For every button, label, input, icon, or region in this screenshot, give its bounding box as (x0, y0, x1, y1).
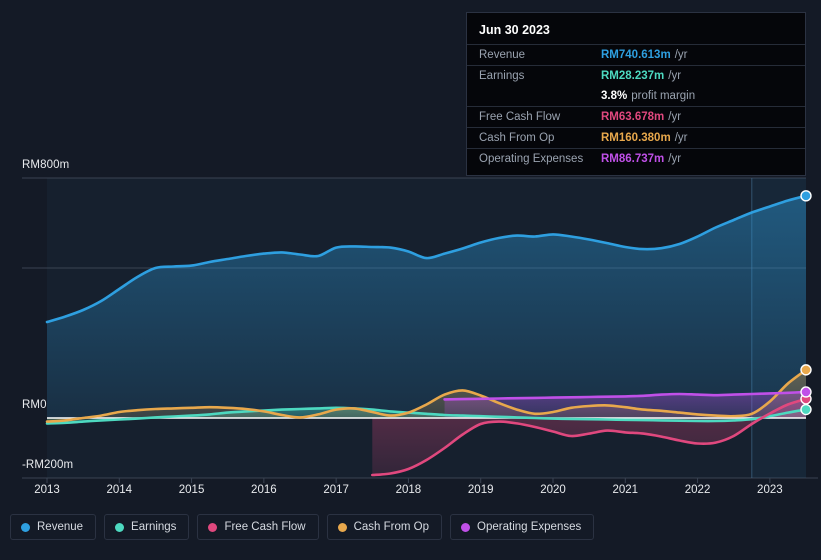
tooltip-row: Cash From Op RM160.380m/yr (467, 127, 805, 148)
legend-item-earnings[interactable]: Earnings (104, 514, 190, 540)
y-axis-label-top: RM800m (22, 159, 70, 171)
legend-item-label: Revenue (37, 521, 84, 533)
x-axis-tick-2020: 2020 (540, 484, 566, 496)
x-axis-tick-2015: 2015 (178, 484, 205, 496)
endpoint-operating-expenses (800, 386, 812, 398)
tooltip-row-label: Free Cash Flow (479, 111, 561, 123)
tooltip-row-unit: profit margin (631, 90, 696, 102)
legend-item-label: Free Cash Flow (224, 521, 306, 533)
legend-item-cash-from-op[interactable]: Cash From Op (326, 514, 443, 540)
legend-item-revenue[interactable]: Revenue (10, 514, 97, 540)
financial-chart-screenshot: RM800m RM0 -RM200m 2013 2014 2015 2016 2017 2… (0, 0, 821, 560)
tooltip-row-value: 3.8% (601, 90, 628, 102)
x-axis-tick-2014: 2014 (106, 484, 133, 496)
legend-item-label: Operating Expenses (477, 521, 582, 533)
legend-item-free-cash-flow[interactable]: Free Cash Flow (197, 514, 319, 540)
tooltip-row-value: RM63.678m (601, 111, 665, 123)
x-axis-tick-2022: 2022 (684, 484, 711, 496)
series-dot-icon (208, 522, 218, 532)
endpoint-cash-from-op (800, 364, 812, 376)
tooltip-row-label: Operating Expenses (479, 153, 584, 165)
series-dot-icon (115, 522, 125, 532)
endpoint-earnings (800, 403, 812, 416)
series-dot-icon (461, 522, 471, 532)
tooltip-row-label: Earnings (479, 70, 525, 82)
tooltip-row: Operating Expenses RM86.737m/yr (467, 148, 805, 169)
tooltip-row-value: RM740.613m (601, 49, 671, 61)
x-axis-tick-2018: 2018 (395, 484, 422, 496)
tooltip-row: Revenue RM740.613m/yr (467, 44, 805, 65)
tooltip-row-value: RM28.237m (601, 70, 665, 82)
tooltip-row-unit: /yr (674, 49, 688, 61)
legend-item-label: Earnings (131, 521, 177, 533)
tooltip-row-value: RM160.380m (601, 132, 671, 144)
x-axis-tick-2017: 2017 (323, 484, 349, 496)
tooltip-row-unit: /yr (674, 132, 688, 144)
tooltip-row: 3.8% profit margin (467, 86, 805, 106)
x-axis-tick-2013: 2013 (34, 484, 60, 496)
tooltip-rows: Revenue RM740.613m/yr Earnings RM28.237m/yr… (467, 44, 805, 169)
x-axis-tick-2021: 2021 (612, 484, 639, 496)
endpoint-revenue (800, 190, 812, 202)
x-axis-tick-2016: 2016 (251, 484, 277, 496)
tooltip-row-label: Revenue (479, 49, 526, 61)
tooltip-row: Free Cash Flow RM63.678m/yr (467, 106, 805, 127)
tooltip-row-value: RM86.737m (601, 153, 665, 165)
legend-item-label: Cash From Op (353, 521, 430, 533)
x-axis-tick-2023: 2023 (757, 484, 783, 496)
tooltip-row-unit: /yr (668, 153, 682, 165)
hover-tooltip: Jun 30 2023 Revenue RM740.613m/yr Earnings… (466, 12, 806, 176)
series-dot-icon (337, 522, 347, 532)
y-axis-label-zero: RM0 (22, 399, 47, 411)
tooltip-row-unit: /yr (668, 111, 682, 123)
x-axis-tick-2019: 2019 (467, 484, 494, 496)
chart-legend[interactable]: Revenue Earnings Free Cash Flow Cash From O… (10, 514, 595, 540)
tooltip-row-unit: /yr (668, 70, 682, 82)
tooltip-row-label: Cash From Op (479, 132, 555, 144)
tooltip-row: Earnings RM28.237m/yr (467, 65, 805, 86)
legend-item-operating-expenses[interactable]: Operating Expenses (450, 514, 595, 540)
y-axis-label-bottom: -RM200m (22, 459, 74, 471)
tooltip-date: Jun 30 2023 (479, 23, 550, 37)
series-dot-icon (21, 522, 30, 532)
